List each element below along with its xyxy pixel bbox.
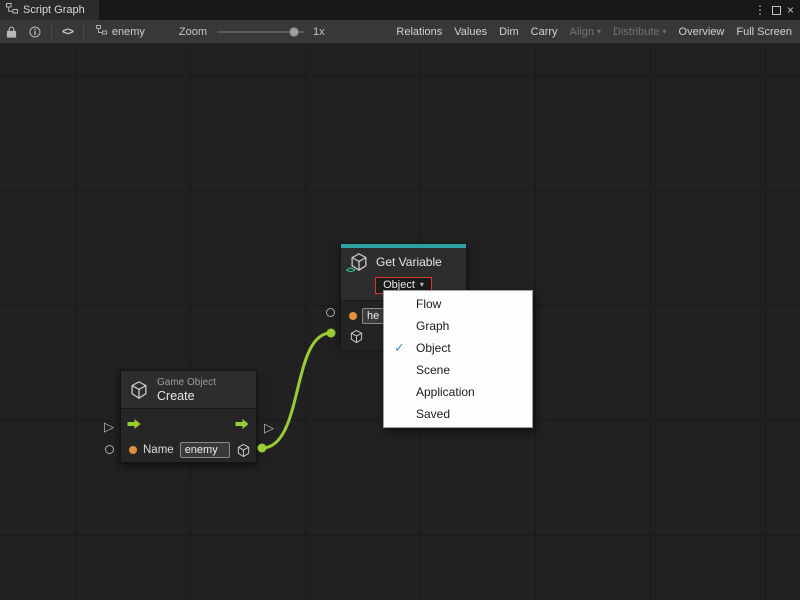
zoom-slider-handle[interactable]	[289, 27, 299, 37]
window-controls: ⋮ ×	[754, 3, 800, 17]
chevron-down-icon: ▾	[663, 28, 667, 36]
graph-canvas[interactable]: Game Object Create Name	[0, 44, 800, 600]
menu-item-object[interactable]: ✓ Object	[384, 337, 532, 359]
chevron-down-icon: ▾	[420, 281, 424, 289]
distribute-button[interactable]: Distribute▾	[607, 20, 672, 44]
menu-item-saved[interactable]: Saved	[384, 403, 532, 425]
zoom-slider[interactable]	[217, 31, 305, 33]
edit-graph-code-icon[interactable]: <>	[56, 20, 79, 44]
gameobject-input-port-icon[interactable]	[349, 329, 364, 344]
toolbar-separator	[83, 24, 84, 40]
name-input[interactable]	[180, 442, 230, 458]
tab-script-graph[interactable]: Script Graph	[0, 0, 99, 20]
lock-icon[interactable]	[0, 20, 23, 44]
port-label: Name	[143, 444, 174, 456]
flow-output-port[interactable]: ▷	[264, 421, 274, 434]
node-category: Game Object	[157, 377, 216, 389]
more-menu-icon[interactable]: ⋮	[754, 3, 766, 17]
string-port[interactable]	[349, 312, 357, 320]
info-icon[interactable]	[23, 20, 47, 44]
flow-input-port[interactable]: ▷	[104, 420, 114, 433]
code-icon: <>	[346, 265, 355, 275]
gameobject-output-port-icon[interactable]	[236, 443, 251, 458]
variable-cube-icon: <>	[349, 252, 369, 272]
script-graph-icon	[6, 3, 18, 17]
flow-output-arrow-icon[interactable]	[235, 417, 250, 435]
graph-asset-icon	[96, 25, 107, 38]
zoom-label: Zoom	[179, 26, 207, 38]
align-button[interactable]: Align▾	[564, 20, 607, 44]
cube-icon	[129, 380, 149, 400]
graph-toolbar: <> enemy Zoom 1x Relations Values Dim Ca…	[0, 20, 800, 44]
dim-button[interactable]: Dim	[493, 20, 525, 44]
edge-start-port	[258, 444, 267, 453]
relations-button[interactable]: Relations	[390, 20, 448, 44]
close-icon[interactable]: ×	[787, 3, 794, 17]
node-title: Create	[157, 389, 216, 403]
name-input-port[interactable]	[326, 308, 335, 317]
menu-item-graph[interactable]: Graph	[384, 315, 532, 337]
create-node-header: Game Object Create	[121, 371, 256, 409]
check-icon: ✓	[394, 337, 405, 359]
script-graph-window: Script Graph ⋮ × <>	[0, 0, 800, 600]
zoom-value: 1x	[313, 26, 325, 38]
node-title: Get Variable	[376, 255, 442, 269]
get-variable-header: <> Get Variable	[341, 248, 466, 274]
toolbar-buttons: Relations Values Dim Carry Align▾ Distri…	[390, 20, 800, 44]
breadcrumb[interactable]: enemy	[88, 20, 153, 44]
toolbar-separator	[51, 24, 52, 40]
flow-port-row	[121, 409, 256, 437]
edge-end-port	[327, 329, 336, 338]
menu-item-scene[interactable]: Scene	[384, 359, 532, 381]
menu-item-flow[interactable]: Flow	[384, 293, 532, 315]
carry-button[interactable]: Carry	[525, 20, 564, 44]
fullscreen-button[interactable]: Full Screen	[730, 20, 798, 44]
name-input-port[interactable]	[105, 445, 114, 454]
values-button[interactable]: Values	[448, 20, 493, 44]
string-port[interactable]	[129, 446, 137, 454]
name-port-row: Name	[121, 437, 256, 463]
flow-input-arrow-icon[interactable]	[127, 417, 142, 435]
chevron-down-icon: ▾	[597, 28, 601, 36]
graph-name: enemy	[112, 26, 145, 38]
overview-button[interactable]: Overview	[673, 20, 731, 44]
maximize-icon[interactable]	[772, 6, 781, 15]
tab-title: Script Graph	[23, 4, 85, 16]
titlebar: Script Graph ⋮ ×	[0, 0, 800, 20]
menu-item-application[interactable]: Application	[384, 381, 532, 403]
create-node[interactable]: Game Object Create Name	[120, 370, 257, 463]
variable-scope-menu: Flow Graph ✓ Object Scene Application Sa…	[383, 290, 533, 428]
